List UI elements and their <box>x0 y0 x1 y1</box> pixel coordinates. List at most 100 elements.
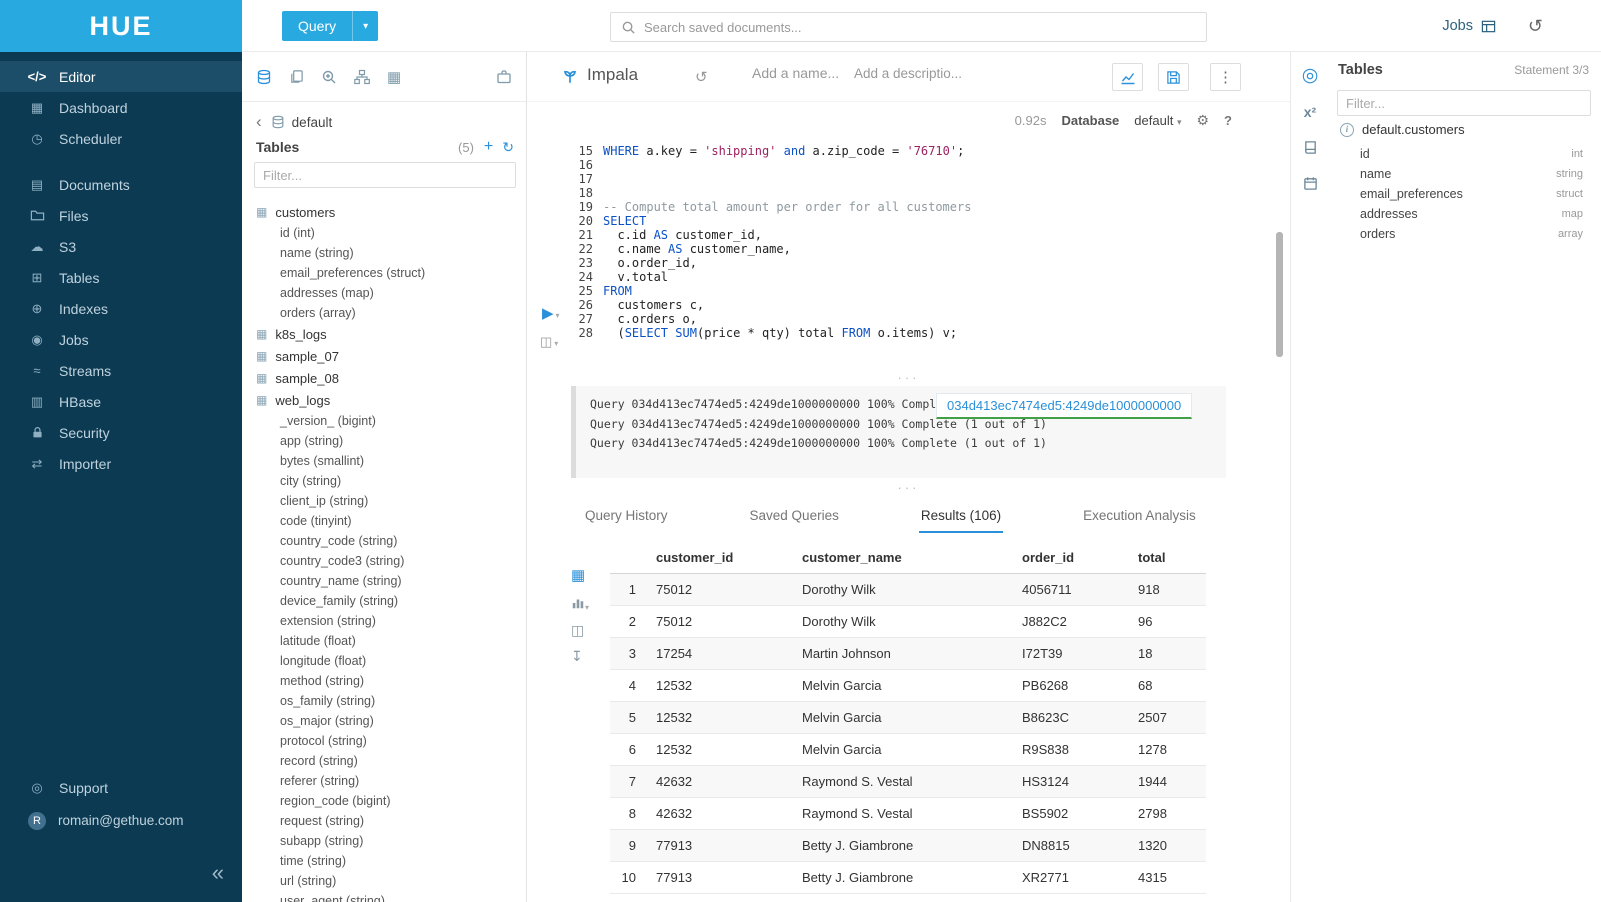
result-row[interactable]: 412532Melvin GarciaPB626868 <box>610 670 1206 702</box>
job-id-tooltip[interactable]: 034d413ec7474ed5:4249de1000000000 <box>936 393 1192 419</box>
column-item[interactable]: region_code (bigint) <box>242 791 526 811</box>
sidebar-item-hbase[interactable]: ▥HBase <box>0 386 242 417</box>
download-icon[interactable]: ↧ <box>571 648 583 665</box>
sidebar-collapse-button[interactable]: « <box>212 860 224 886</box>
column-item[interactable]: _version_ (bigint) <box>242 411 526 431</box>
sidebar-item-scheduler[interactable]: ◷Scheduler <box>0 123 242 154</box>
tab-saved-queries[interactable]: Saved Queries <box>748 498 841 533</box>
new-query-button[interactable]: Query ▾ <box>282 11 378 41</box>
column-item[interactable]: record (string) <box>242 751 526 771</box>
sidebar-item-support[interactable]: ◎ Support <box>0 772 242 803</box>
column-item[interactable]: city (string) <box>242 471 526 491</box>
column-item[interactable]: bytes (smallint) <box>242 451 526 471</box>
result-row[interactable]: 275012Dorothy WilkJ882C296 <box>610 606 1206 638</box>
column-item[interactable]: longitude (float) <box>242 651 526 671</box>
column-item[interactable]: addresses (map) <box>242 283 526 303</box>
column-item[interactable]: method (string) <box>242 671 526 691</box>
code-lines[interactable]: WHERE a.key = 'shipping' and a.zip_code … <box>603 144 1268 340</box>
result-row[interactable]: 742632Raymond S. VestalHS31241944 <box>610 766 1206 798</box>
column-item[interactable]: email_preferences (struct) <box>242 263 526 283</box>
search-input[interactable] <box>644 20 1196 35</box>
tab-execution-analysis[interactable]: Execution Analysis <box>1081 498 1198 533</box>
assist-compass-icon[interactable]: ◎ <box>1291 64 1329 87</box>
column-item[interactable]: country_code3 (string) <box>242 551 526 571</box>
column-item[interactable]: referer (string) <box>242 771 526 791</box>
databases-icon[interactable] <box>256 69 272 85</box>
save-button[interactable] <box>1158 63 1189 91</box>
tab-results-106-[interactable]: Results (106) <box>919 498 1003 533</box>
sidebar-item-dashboard[interactable]: ▦Dashboard <box>0 92 242 123</box>
column-item[interactable]: country_name (string) <box>242 571 526 591</box>
result-row[interactable]: 842632Raymond S. VestalBS59022798 <box>610 798 1206 830</box>
schedule-calendar-icon[interactable] <box>1291 176 1329 196</box>
functions-icon[interactable]: x² <box>1291 104 1329 120</box>
column-item[interactable]: os_major (string) <box>242 711 526 731</box>
active-table-item[interactable]: i default.customers <box>1340 122 1465 137</box>
column-item[interactable]: protocol (string) <box>242 731 526 751</box>
search-plus-icon[interactable] <box>321 69 337 85</box>
jobs-link[interactable]: Jobs <box>1442 0 1496 52</box>
column-item[interactable]: code (tinyint) <box>242 511 526 531</box>
table-filter-input[interactable] <box>254 162 516 188</box>
chevron-down-icon[interactable]: ▾ <box>352 11 378 41</box>
query-name-input[interactable] <box>752 65 844 81</box>
refresh-icon[interactable]: ↻ <box>502 139 514 156</box>
resize-handle[interactable]: ··· <box>527 484 1290 494</box>
sidebar-item-jobs[interactable]: ◉Jobs <box>0 324 242 355</box>
column-item[interactable]: time (string) <box>242 851 526 871</box>
table-item[interactable]: ▦sample_07 <box>242 345 526 367</box>
column-item[interactable]: request (string) <box>242 811 526 831</box>
sidebar-user[interactable]: R romain@gethue.com <box>0 805 242 836</box>
grid-view-icon[interactable]: ▦ <box>571 566 585 584</box>
sidebar-item-tables[interactable]: ⊞Tables <box>0 262 242 293</box>
documents-icon[interactable] <box>289 69 304 84</box>
editor-scrollbar[interactable] <box>1276 232 1283 357</box>
sidebar-item-documents[interactable]: ▤Documents <box>0 169 242 200</box>
table-item[interactable]: ▦customers <box>242 201 526 223</box>
query-description-input[interactable] <box>854 66 966 81</box>
column-item[interactable]: orders (array) <box>242 303 526 323</box>
column-item[interactable]: email_preferencesstruct <box>1360 184 1583 204</box>
execute-button[interactable]: ▶▾ <box>542 304 560 322</box>
sidebar-item-streams[interactable]: ≈Streams <box>0 355 242 386</box>
database-breadcrumb[interactable]: ‹ default <box>256 112 332 132</box>
info-icon[interactable]: i <box>1340 123 1354 137</box>
column-item[interactable]: country_code (string) <box>242 531 526 551</box>
sidebar-item-importer[interactable]: ⇄Importer <box>0 448 242 479</box>
columns-view-icon[interactable]: ◫ <box>571 622 584 639</box>
sitemap-icon[interactable] <box>354 69 370 85</box>
sidebar-item-indexes[interactable]: ⊕Indexes <box>0 293 242 324</box>
result-row[interactable]: 612532Melvin GarciaR9S8381278 <box>610 734 1206 766</box>
table-item[interactable]: ▦web_logs <box>242 389 526 411</box>
column-item[interactable]: namestring <box>1360 164 1583 184</box>
right-filter-input[interactable] <box>1337 90 1591 116</box>
tab-query-history[interactable]: Query History <box>583 498 670 533</box>
result-row[interactable]: 317254Martin JohnsonI72T3918 <box>610 638 1206 670</box>
database-select[interactable]: default ▾ <box>1134 113 1181 128</box>
column-item[interactable]: extension (string) <box>242 611 526 631</box>
column-item[interactable]: device_family (string) <box>242 591 526 611</box>
sidebar-item-security[interactable]: Security <box>0 417 242 448</box>
chart-button[interactable] <box>1112 63 1143 91</box>
column-item[interactable]: url (string) <box>242 871 526 891</box>
column-item[interactable]: app (string) <box>242 431 526 451</box>
sidebar-item-s3[interactable]: ☁S3 <box>0 231 242 262</box>
add-table-icon[interactable]: + <box>484 138 493 156</box>
column-item[interactable]: ordersarray <box>1360 224 1583 244</box>
table-item[interactable]: ▦sample_08 <box>242 367 526 389</box>
help-icon[interactable]: ? <box>1224 113 1232 128</box>
more-options-button[interactable]: ⋮ <box>1210 63 1241 91</box>
chart-view-icon[interactable]: ▾ <box>571 596 589 615</box>
column-item[interactable]: addressesmap <box>1360 204 1583 224</box>
result-row[interactable]: 1077913Betty J. GiambroneXR27714315 <box>610 862 1206 894</box>
column-item[interactable]: latitude (float) <box>242 631 526 651</box>
sidebar-item-files[interactable]: Files <box>0 200 242 231</box>
result-row[interactable]: 512532Melvin GarciaB8623C2507 <box>610 702 1206 734</box>
snippet-history-icon[interactable]: ↺ <box>695 68 708 86</box>
query-history-button[interactable]: ↺ <box>1528 0 1543 52</box>
language-reference-icon[interactable] <box>1291 140 1329 160</box>
result-row[interactable]: 977913Betty J. GiambroneDN88151320 <box>610 830 1206 862</box>
column-item[interactable]: os_family (string) <box>242 691 526 711</box>
table-item[interactable]: ▦k8s_logs <box>242 323 526 345</box>
collections-bag-icon[interactable] <box>496 69 512 85</box>
